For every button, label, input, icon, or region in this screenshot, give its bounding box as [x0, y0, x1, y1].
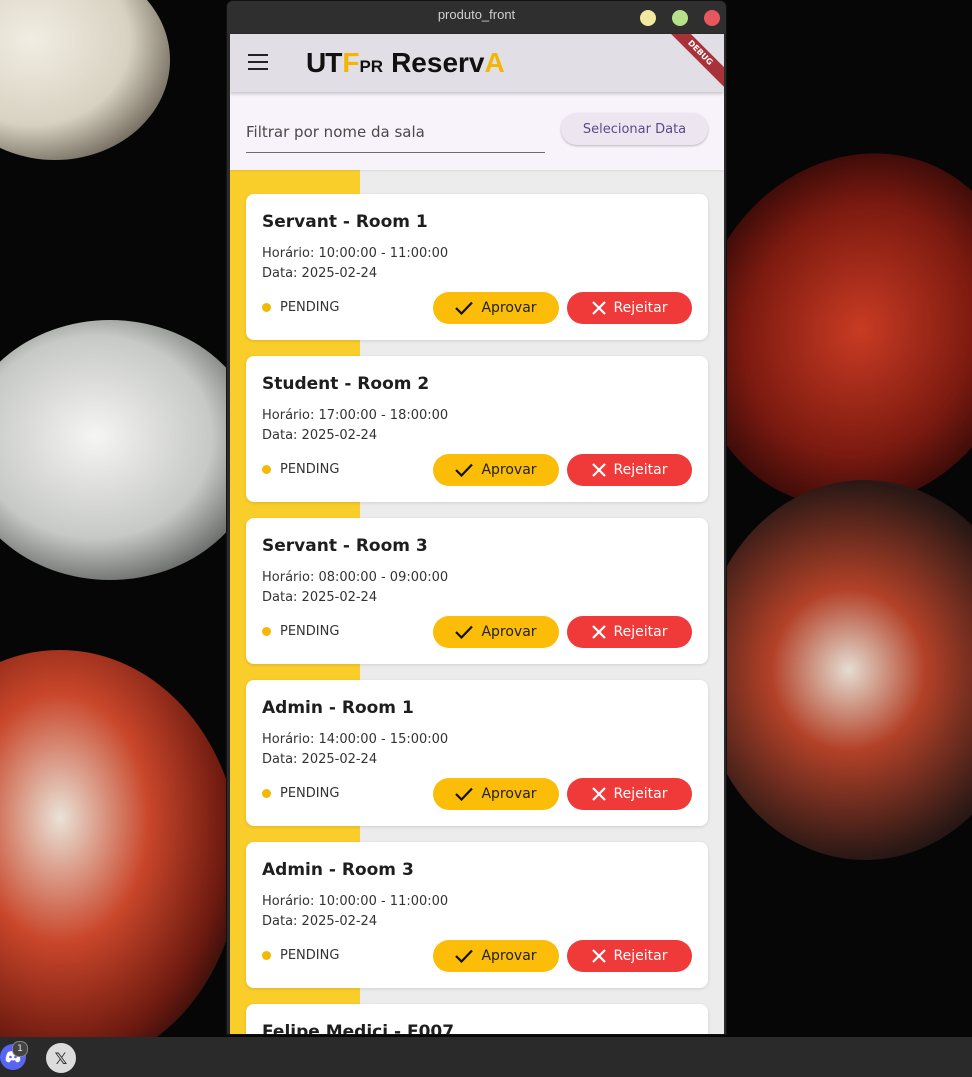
utfpr-reserva-logo: U TF PR Reserv A [306, 47, 505, 78]
reject-button[interactable]: Rejeitar [567, 778, 692, 810]
reservation-card: Admin - Room 1 Horário: 14:00:00 - 15:00… [246, 680, 708, 826]
close-icon [591, 625, 606, 639]
reservation-title: Servant - Room 3 [262, 536, 428, 556]
reservation-title: Servant - Room 1 [262, 212, 428, 232]
reservation-time: Horário: 10:00:00 - 11:00:00 [262, 894, 449, 909]
status-dot-icon [262, 303, 271, 312]
close-icon [591, 301, 606, 315]
koi-fish-image [700, 480, 972, 860]
taskbar: 1 𝕏 [0, 1037, 972, 1077]
approve-button[interactable]: Aprovar [433, 292, 559, 324]
debug-banner: DEBUG [659, 34, 724, 94]
reservation-card: Servant - Room 3 Horário: 08:00:00 - 09:… [246, 518, 708, 664]
koi-fish-image [0, 650, 240, 1070]
filter-bar: Selecionar Data [230, 92, 724, 170]
reservation-date: Data: 2025-02-24 [262, 752, 378, 767]
status-dot-icon [262, 627, 271, 636]
check-icon [455, 949, 474, 963]
status-label: PENDING [280, 948, 340, 963]
status-indicator: PENDING [262, 786, 339, 801]
approve-button[interactable]: Aprovar [433, 616, 559, 648]
reservation-time: Horário: 17:00:00 - 18:00:00 [262, 408, 449, 423]
approve-button[interactable]: Aprovar [433, 940, 559, 972]
status-dot-icon [262, 789, 271, 798]
app-bar: U TF PR Reserv A DEBUG [230, 34, 724, 94]
status-dot-icon [262, 465, 271, 474]
status-label: PENDING [280, 300, 340, 315]
window-titlebar[interactable]: produto_front [227, 1, 726, 33]
reservation-list-area[interactable]: Servant - Room 1 Horário: 10:00:00 - 11:… [230, 170, 724, 1034]
check-icon [455, 625, 474, 639]
reservation-card: Servant - Room 1 Horário: 10:00:00 - 11:… [246, 194, 708, 340]
select-date-button[interactable]: Selecionar Data [561, 113, 708, 145]
notification-badge: 1 [12, 1041, 28, 1057]
reservation-card: Felipe Medici - E007 [246, 1004, 708, 1034]
reservation-list: Servant - Room 1 Horário: 10:00:00 - 11:… [230, 170, 724, 1034]
maximize-button[interactable] [672, 10, 688, 26]
close-window-button[interactable] [704, 10, 720, 26]
room-name-filter-input[interactable] [246, 112, 545, 153]
app-window: produto_front U TF PR Reserv A DEBUG Sel… [227, 1, 726, 1034]
koi-fish-image [0, 320, 260, 580]
reservation-title: Admin - Room 3 [262, 860, 414, 880]
status-indicator: PENDING [262, 948, 339, 963]
status-label: PENDING [280, 624, 340, 639]
reservation-time: Horário: 10:00:00 - 11:00:00 [262, 246, 449, 261]
reservation-time: Horário: 14:00:00 - 15:00:00 [262, 732, 449, 747]
check-icon [455, 787, 474, 801]
close-icon [591, 787, 606, 801]
reservation-card: Student - Room 2 Horário: 17:00:00 - 18:… [246, 356, 708, 502]
app-content: U TF PR Reserv A DEBUG Selecionar Data S… [230, 34, 724, 1034]
reject-button[interactable]: Rejeitar [567, 940, 692, 972]
status-dot-icon [262, 951, 271, 960]
status-indicator: PENDING [262, 300, 339, 315]
status-label: PENDING [280, 786, 340, 801]
reservation-date: Data: 2025-02-24 [262, 428, 378, 443]
reject-button[interactable]: Rejeitar [567, 292, 692, 324]
reservation-card: Admin - Room 3 Horário: 10:00:00 - 11:00… [246, 842, 708, 988]
hamburger-menu-icon[interactable] [248, 54, 268, 70]
reservation-date: Data: 2025-02-24 [262, 266, 378, 281]
check-icon [455, 463, 474, 477]
reject-button[interactable]: Rejeitar [567, 616, 692, 648]
status-indicator: PENDING [262, 462, 339, 477]
close-icon [591, 949, 606, 963]
reservation-title: Admin - Room 1 [262, 698, 414, 718]
reservation-title: Felipe Medici - E007 [262, 1022, 455, 1034]
koi-fish-image [0, 0, 170, 160]
status-label: PENDING [280, 462, 340, 477]
check-icon [455, 301, 474, 315]
reservation-title: Student - Room 2 [262, 374, 430, 394]
reservation-time: Horário: 08:00:00 - 09:00:00 [262, 570, 449, 585]
reject-button[interactable]: Rejeitar [567, 454, 692, 486]
status-indicator: PENDING [262, 624, 339, 639]
approve-button[interactable]: Aprovar [433, 778, 559, 810]
approve-button[interactable]: Aprovar [433, 454, 559, 486]
xorg-app-icon[interactable]: 𝕏 [46, 1043, 76, 1073]
close-icon [591, 463, 606, 477]
reservation-date: Data: 2025-02-24 [262, 590, 378, 605]
reservation-date: Data: 2025-02-24 [262, 914, 378, 929]
minimize-button[interactable] [640, 10, 656, 26]
